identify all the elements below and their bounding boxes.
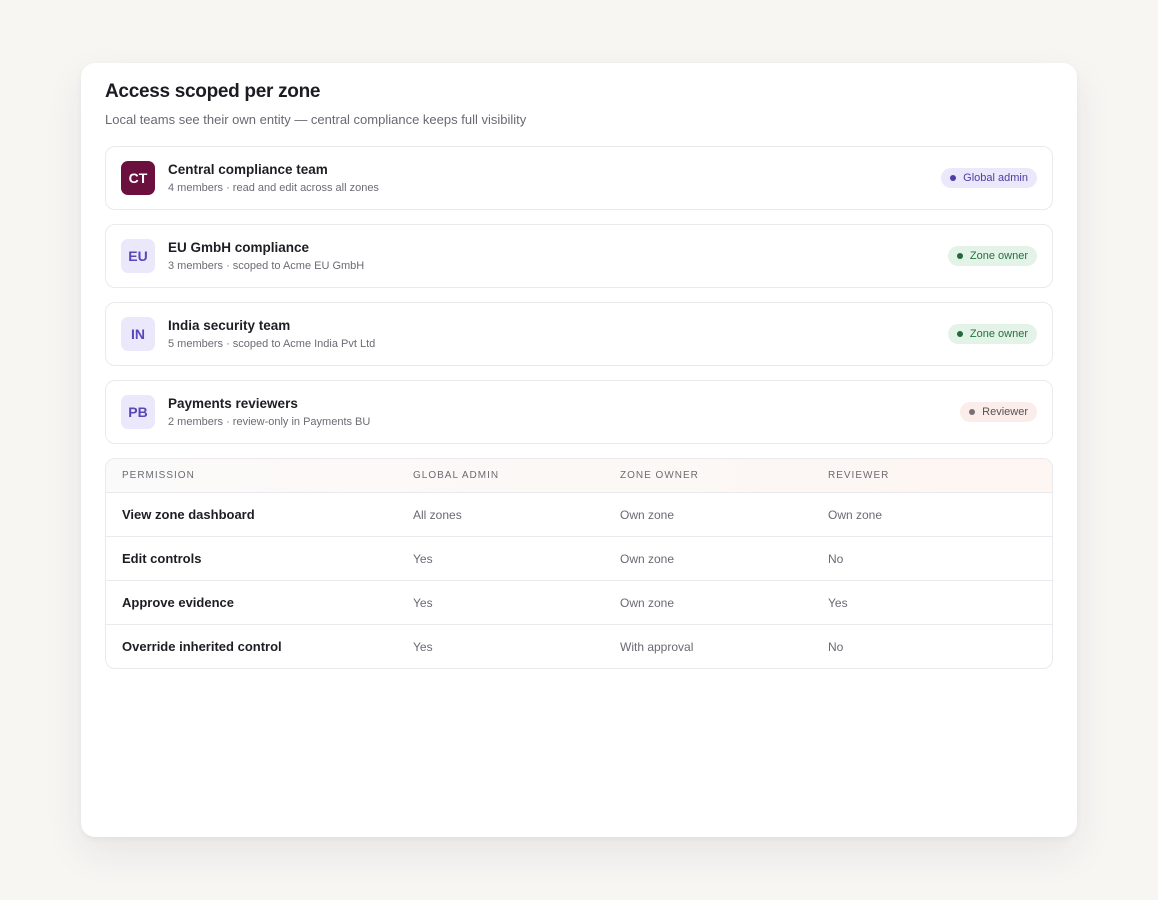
team-name: India security team xyxy=(168,318,291,333)
team-meta: 5 members · scoped to Acme India Pvt Ltd xyxy=(168,338,376,350)
column-header: Permission xyxy=(122,470,195,481)
status-dot-icon xyxy=(969,409,976,415)
permission-name: Override inherited control xyxy=(122,639,282,654)
team-row-india[interactable]: IN India security team 5 members · scope… xyxy=(105,302,1053,366)
table-cell: Yes xyxy=(413,595,433,610)
table-row: Edit controls Yes Own zone No xyxy=(106,536,1052,580)
permission-name: Edit controls xyxy=(122,551,202,566)
team-avatar: EU xyxy=(121,239,155,273)
status-dot-icon xyxy=(956,253,963,259)
table-cell: With approval xyxy=(620,639,694,654)
table-cell: No xyxy=(828,551,844,566)
role-badge: Zone owner xyxy=(947,246,1037,266)
table-row: View zone dashboard All zones Own zone O… xyxy=(106,492,1052,536)
permission-name: Approve evidence xyxy=(122,595,234,610)
table-cell: Own zone xyxy=(620,595,675,610)
team-meta: 3 members · scoped to Acme EU GmbH xyxy=(168,260,365,272)
role-badge: Zone owner xyxy=(947,324,1037,344)
role-badge-label: Zone owner xyxy=(969,250,1028,262)
table-cell: All zones xyxy=(413,507,462,522)
table-cell: Yes xyxy=(828,595,848,610)
team-row-payments[interactable]: PB Payments reviewers 2 members · review… xyxy=(105,380,1053,444)
team-name: Central compliance team xyxy=(168,162,328,177)
table-cell: No xyxy=(828,639,844,654)
team-row-eu[interactable]: EU EU GmbH compliance 3 members · scoped… xyxy=(105,224,1053,288)
team-meta: 4 members · read and edit across all zon… xyxy=(168,182,379,194)
table-header-row: Permission Global admin Zone owner Revie… xyxy=(106,459,1052,492)
table-cell: Yes xyxy=(413,551,433,566)
team-info: Payments reviewers 2 members · review-on… xyxy=(168,396,960,428)
role-badge: Global admin xyxy=(941,168,1037,188)
team-avatar: PB xyxy=(121,395,155,429)
column-header: Global admin xyxy=(413,470,500,481)
status-dot-icon xyxy=(956,331,963,337)
team-list: CT Central compliance team 4 members · r… xyxy=(105,146,1053,458)
role-badge-label: Global admin xyxy=(963,172,1028,184)
team-meta: 2 members · review-only in Payments BU xyxy=(168,416,371,428)
column-header: Zone owner xyxy=(620,470,699,481)
team-avatar: CT xyxy=(121,161,155,195)
permission-name: View zone dashboard xyxy=(122,507,255,522)
team-avatar: IN xyxy=(121,317,155,351)
page-title: Access scoped per zone xyxy=(105,81,321,102)
team-name: Payments reviewers xyxy=(168,396,298,411)
team-info: EU GmbH compliance 3 members · scoped to… xyxy=(168,240,948,272)
page-subtitle: Local teams see their own entity — centr… xyxy=(105,112,527,127)
table-cell: Yes xyxy=(413,639,433,654)
column-header: Reviewer xyxy=(828,470,890,481)
table-cell: Own zone xyxy=(620,551,675,566)
permissions-table: Permission Global admin Zone owner Revie… xyxy=(105,458,1053,669)
access-card: Access scoped per zone Local teams see t… xyxy=(81,63,1077,837)
status-dot-icon xyxy=(950,175,957,181)
role-badge-label: Zone owner xyxy=(969,328,1028,340)
team-name: EU GmbH compliance xyxy=(168,240,310,255)
table-cell: Own zone xyxy=(828,507,883,522)
role-badge: Reviewer xyxy=(960,402,1037,422)
team-info: India security team 5 members · scoped t… xyxy=(168,318,948,350)
table-row: Override inherited control Yes With appr… xyxy=(106,624,1052,668)
table-cell: Own zone xyxy=(620,507,675,522)
team-row-central[interactable]: CT Central compliance team 4 members · r… xyxy=(105,146,1053,210)
team-info: Central compliance team 4 members · read… xyxy=(168,162,941,194)
table-row: Approve evidence Yes Own zone Yes xyxy=(106,580,1052,624)
role-badge-label: Reviewer xyxy=(982,406,1028,418)
